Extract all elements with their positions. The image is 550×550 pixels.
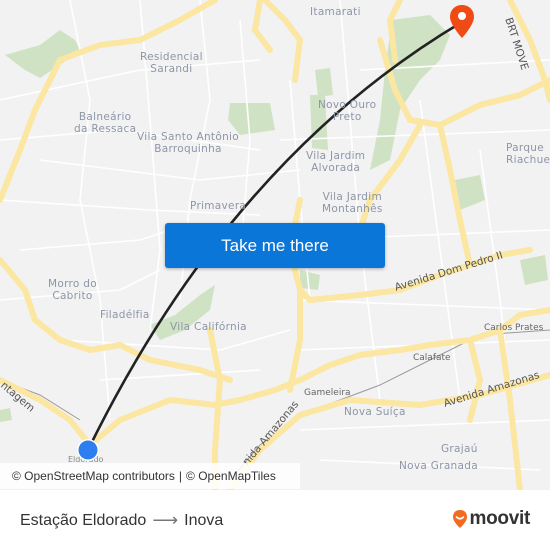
station-label: Carlos Prates <box>484 323 544 333</box>
place-label: Vila Jardim Alvorada <box>306 150 366 174</box>
place-label: Novo Ouro Preto <box>318 99 377 123</box>
park-areas <box>0 15 548 422</box>
place-label: Morro do Cabrito <box>48 278 97 302</box>
place-label: Residencial Sarandi <box>140 51 203 75</box>
place-label: Grajaú <box>441 443 478 455</box>
map[interactable]: Itamarati Residencial Sarandi Balneário … <box>0 0 550 490</box>
origin-name: Estação Eldorado <box>20 511 147 529</box>
place-label: Nova Suíça <box>344 406 406 418</box>
place-label: Filadélfia <box>100 309 150 321</box>
place-label: Vila Jardim Montanhês <box>322 191 383 215</box>
omt-attribution-link[interactable]: © OpenMapTiles <box>186 469 276 483</box>
place-label: Itamarati <box>310 6 361 18</box>
station-label: Gameleira <box>304 388 351 398</box>
place-label: Vila Califórnia <box>170 321 247 333</box>
place-label: Parque Riachuelo <box>506 142 550 166</box>
osm-attribution-link[interactable]: © OpenStreetMap contributors <box>12 469 175 483</box>
route-title: Estação Eldorado ⟶ Inova <box>20 510 223 531</box>
moovit-wordmark: moovit <box>469 508 531 529</box>
station-label: Calafate <box>413 353 451 363</box>
destination-pin-icon[interactable] <box>449 4 475 40</box>
place-label: Primavera <box>190 200 247 212</box>
origin-dot-icon[interactable] <box>76 438 100 462</box>
footer: Estação Eldorado ⟶ Inova moovit <box>0 490 550 550</box>
moovit-logo[interactable]: moovit <box>452 508 530 530</box>
arrow-right-icon: ⟶ <box>152 510 179 530</box>
place-label: Nova Granada <box>399 460 478 472</box>
place-label: Vila Santo Antônio Barroquinha <box>137 131 239 155</box>
attribution-separator: | <box>178 469 183 483</box>
take-me-there-button[interactable]: Take me there <box>165 223 385 268</box>
place-label: Balneário da Ressaca <box>74 111 137 135</box>
destination-name: Inova <box>184 511 224 529</box>
moovit-pin-icon <box>452 510 467 528</box>
map-attribution: © OpenStreetMap contributors | © OpenMap… <box>0 463 300 489</box>
